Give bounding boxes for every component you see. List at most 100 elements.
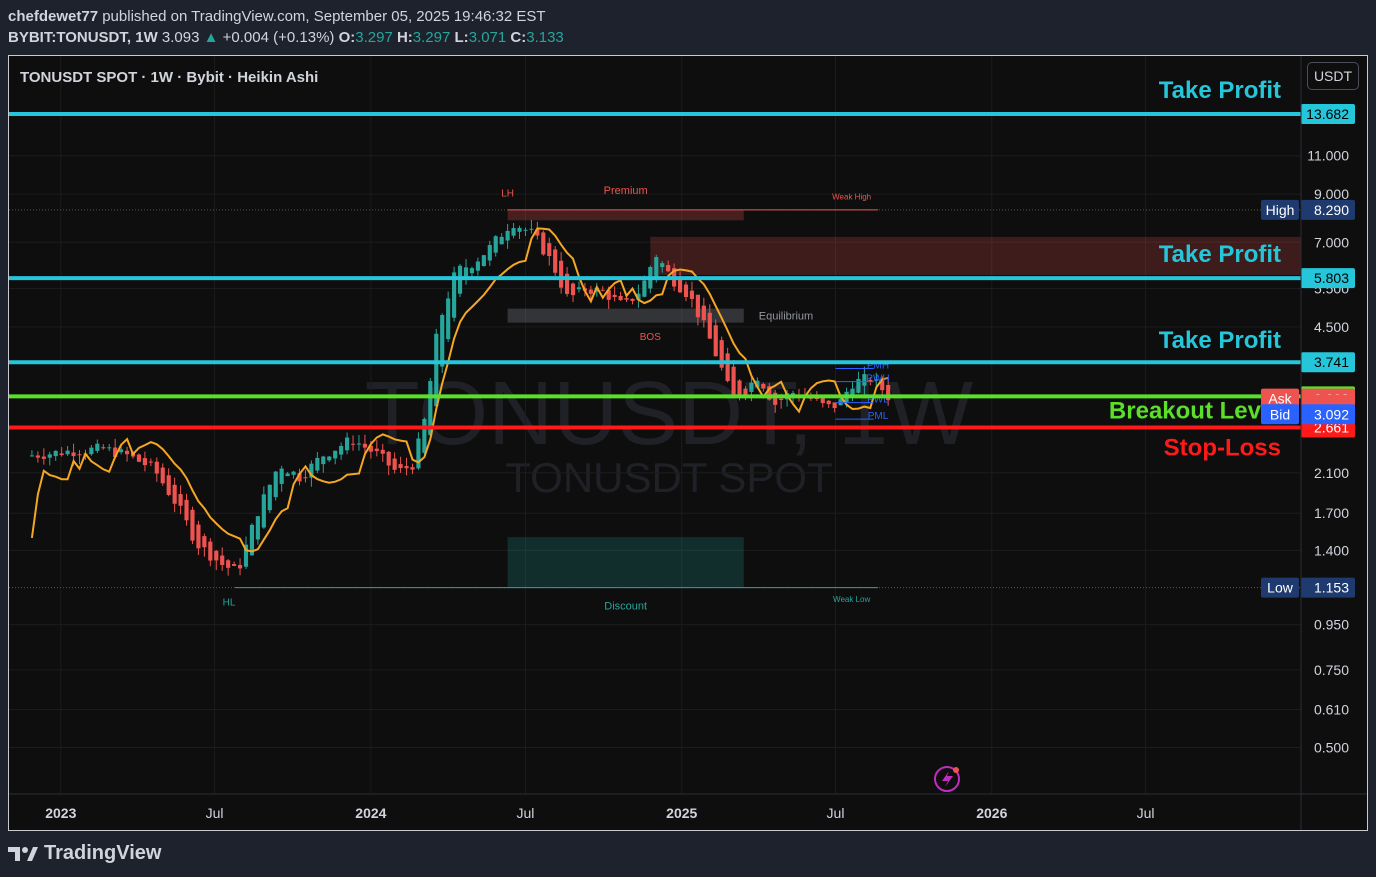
y-tick-label: 9.000 — [1314, 186, 1349, 202]
price-change: +0.004 (+0.13%) — [222, 29, 335, 46]
y-tick-label: 0.610 — [1314, 701, 1349, 717]
candle-body — [422, 418, 427, 453]
candle-body — [190, 509, 195, 541]
symbol-label: BYBIT:TONUSDT, 1W — [8, 29, 158, 46]
candle-body — [237, 564, 243, 569]
price-chart[interactable]: TONUSDT, 1WTONUSDT SPOTEquilibriumPremiu… — [9, 56, 1367, 830]
tradingview-logo-icon — [8, 846, 38, 861]
candle-body — [362, 443, 367, 448]
take-profit-2-tag-text: 5.803 — [1314, 270, 1349, 286]
candle-body — [630, 298, 635, 301]
candle-body — [707, 312, 712, 339]
footer-branding: TradingView — [8, 842, 161, 865]
candle-body — [154, 461, 159, 474]
candle-body — [374, 448, 379, 452]
x-tick-label: Jul — [1137, 805, 1155, 821]
y-tick-label: 11.000 — [1307, 148, 1349, 164]
equilibrium-label: Equilibrium — [759, 311, 813, 323]
x-tick-label: 2024 — [355, 805, 386, 821]
candle-body — [95, 443, 100, 451]
candle-body — [273, 471, 278, 498]
candle-body — [124, 450, 130, 455]
tradingview-brand[interactable]: TradingView — [44, 842, 161, 865]
candle-body — [77, 454, 82, 456]
candle-body — [29, 455, 35, 457]
low-label: L: — [454, 29, 469, 46]
take-profit-1-tag-text: 13.682 — [1306, 106, 1349, 122]
candle-body — [184, 499, 189, 521]
candle-body — [832, 402, 837, 409]
candle-body — [475, 261, 480, 271]
discount-zone — [507, 537, 744, 588]
chart-pane[interactable]: TONUSDT, 1W TONUSDT SPOT Equilibrium Premiu… — [8, 55, 1368, 831]
candle-body — [232, 564, 237, 566]
candle-body — [315, 457, 320, 471]
high-tag-text: 8.290 — [1314, 202, 1349, 218]
y-tick-label: 0.500 — [1314, 740, 1349, 756]
take-profit-3-label: Take Profit — [1159, 327, 1281, 354]
candle-body — [743, 388, 748, 396]
breakout-level-label: Breakout Level — [1109, 397, 1281, 424]
candle-body — [47, 454, 52, 458]
candle-body — [553, 249, 558, 273]
currency-button[interactable]: USDT — [1307, 62, 1359, 90]
low-value: 3.071 — [468, 29, 507, 46]
candle-body — [208, 541, 213, 561]
candle-body — [559, 260, 564, 288]
candle-body — [202, 536, 207, 548]
annotation-lh: LH — [501, 188, 514, 199]
candle-body — [600, 289, 605, 291]
candle-body — [654, 257, 659, 278]
candle-body — [59, 453, 64, 456]
candle-body — [761, 383, 766, 389]
y-tick-label: 0.750 — [1314, 662, 1349, 678]
candle-body — [89, 447, 94, 455]
candle-body — [279, 468, 284, 484]
candle-body — [148, 461, 153, 463]
candle-body — [779, 398, 784, 401]
candle-body — [285, 473, 290, 477]
candle-body — [529, 228, 534, 230]
candle-body — [339, 446, 344, 455]
candle-body — [511, 228, 516, 236]
annotation-bos: BOS — [640, 332, 661, 343]
y-tick-label: 0.950 — [1314, 617, 1349, 633]
candle-body — [356, 443, 362, 445]
candle-body — [469, 268, 475, 274]
author-name[interactable]: chefdewet77 — [8, 8, 98, 25]
candle-body — [725, 353, 730, 382]
candle-body — [695, 294, 700, 318]
candle-body — [350, 443, 356, 445]
close-label: C: — [510, 29, 527, 46]
candle-body — [255, 516, 260, 540]
candle-body — [107, 447, 112, 449]
candle-body — [410, 467, 415, 470]
last-price: 3.093 — [161, 29, 200, 46]
candle-body — [404, 466, 409, 469]
take-profit-1-label: Take Profit — [1159, 77, 1281, 104]
x-tick-label: 2026 — [976, 805, 1007, 821]
stop-loss-label: Stop-Loss — [1164, 434, 1281, 461]
candle-body — [523, 229, 528, 231]
series-legend[interactable]: TONUSDT SPOT · 1W · Bybit · Heikin Ashi — [20, 69, 318, 86]
high-caption: High — [1266, 202, 1295, 218]
candle-body — [820, 398, 825, 404]
high-label: H: — [396, 29, 413, 46]
lightning-bolt-icon — [942, 771, 953, 787]
candle-body — [826, 400, 831, 405]
candle-body — [416, 438, 421, 469]
y-tick-label: 2.100 — [1314, 465, 1349, 481]
candle-body — [392, 458, 397, 470]
candle-body — [267, 484, 272, 511]
low-caption: Low — [1267, 580, 1294, 596]
take-profit-3-tag-text: 3.741 — [1314, 354, 1349, 370]
x-tick-label: Jul — [517, 805, 535, 821]
candle-body — [136, 454, 142, 462]
candle-body — [214, 550, 219, 561]
candle-body — [749, 382, 754, 392]
candle-body — [570, 283, 576, 296]
candle-body — [481, 255, 486, 267]
candle-body — [505, 230, 510, 241]
up-arrow-icon: ▲ — [203, 29, 219, 46]
candle-body — [660, 263, 665, 267]
